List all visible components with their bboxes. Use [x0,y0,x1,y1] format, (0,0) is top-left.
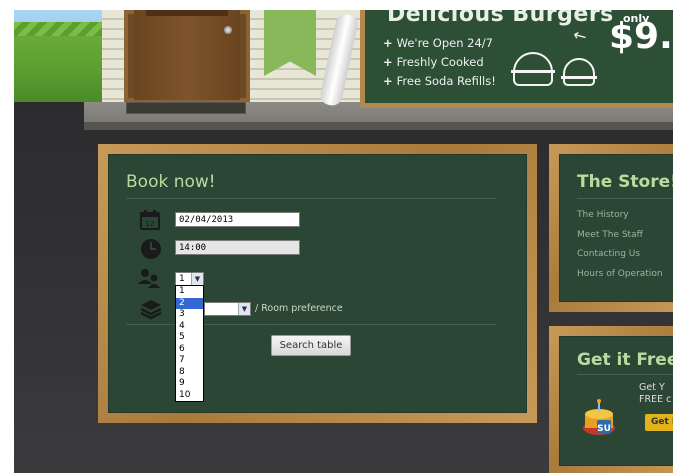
guests-value: 1 [179,274,185,284]
guests-option[interactable]: 10 [176,390,203,402]
chevron-down-icon[interactable]: ▼ [238,303,250,315]
people-icon [138,269,160,288]
door-mat [126,102,246,114]
chevron-down-icon[interactable]: ▼ [191,273,203,285]
get-it-button[interactable]: Get I [645,414,673,431]
store-links: The History Meet The Staff Contacting Us… [577,206,663,284]
free-title: Get it Free [577,350,673,370]
free-description: Get Y FREE c [639,382,671,406]
book-title: Book now! [126,172,216,192]
store-link-hours[interactable]: Hours of Operation [577,265,663,285]
guests-dropdown[interactable]: 1 2 3 4 5 6 7 8 9 10 [175,285,204,402]
grass-scenery [14,10,102,102]
guests-option[interactable]: 3 [176,309,203,321]
front-door [134,10,240,100]
free-panel: Get it Free SU Get Y FREE c Get I [549,326,673,473]
layers-icon [140,300,162,320]
free-text-line: FREE c [639,394,672,405]
free-divider [577,374,673,375]
guests-option[interactable]: 1 [176,286,203,298]
room-preference-label: / Room preference [255,303,343,314]
svg-text:SU: SU [597,424,611,434]
burger-drawing [561,58,597,86]
page: Delicious Burgers We're Open 24/7 Freshl… [14,10,673,473]
room-select[interactable]: ▼ [204,302,251,316]
clock-icon [141,239,161,259]
store-title: The Store! [577,172,673,192]
guests-option[interactable]: 6 [176,344,203,356]
guests-option[interactable]: 8 [176,367,203,379]
door-panel [146,10,228,16]
time-input[interactable]: 14:00 [175,240,300,255]
guests-select[interactable]: 1 ▼ [175,272,204,286]
guests-option[interactable]: 7 [176,355,203,367]
free-text-line: Get Y [639,382,665,393]
book-board: Book now! 12 02/04/2013 14:00 1 ▼ 1 2 3 … [108,154,527,413]
price: $9.9 [609,16,673,57]
guests-option-highlighted[interactable]: 2 [176,297,203,309]
feature-list: We're Open 24/7 Freshly Cooked Free Soda… [383,34,496,91]
store-panel: The Store! The History Meet The Staff Co… [549,144,673,312]
store-link-contact[interactable]: Contacting Us [577,245,663,265]
guests-option[interactable]: 9 [176,378,203,390]
feature-item: Freshly Cooked [383,53,496,72]
store-title-accent: Store! [618,172,673,192]
book-panel: Book now! 12 02/04/2013 14:00 1 ▼ 1 2 3 … [98,144,537,423]
arrow-icon: ↖ [569,23,591,48]
cake-icon: SU [583,399,615,435]
svg-text:12: 12 [146,220,155,228]
free-board: Get it Free SU Get Y FREE c Get I [559,336,673,466]
store-title-plain: The [577,172,619,192]
burger-drawing [511,52,555,86]
store-link-staff[interactable]: Meet The Staff [577,226,663,246]
store-divider [577,198,673,199]
store-link-history[interactable]: The History [577,206,663,226]
feature-item: We're Open 24/7 [383,34,496,53]
guests-option[interactable]: 4 [176,321,203,333]
date-input[interactable]: 02/04/2013 [175,212,300,227]
sidewalk-edge [84,122,673,130]
store-board: The Store! The History Meet The Staff Co… [559,154,673,302]
promo-chalkboard: Delicious Burgers We're Open 24/7 Freshl… [360,10,673,108]
title-divider [126,198,496,199]
feature-item: Free Soda Refills! [383,72,496,91]
guests-option[interactable]: 5 [176,332,203,344]
door-knob [224,26,232,34]
calendar-icon: 12 [140,210,160,230]
search-table-button[interactable]: Search table [271,335,351,356]
